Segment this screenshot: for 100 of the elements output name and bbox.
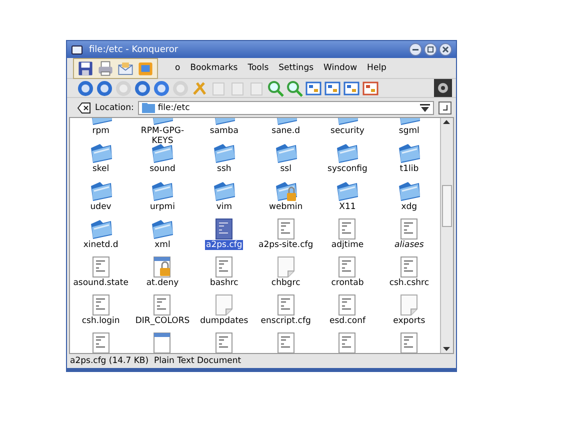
folder-icon[interactable] bbox=[397, 180, 422, 202]
menu-item[interactable]: Tools bbox=[248, 63, 269, 73]
text-file-icon[interactable] bbox=[90, 332, 112, 353]
text-file-icon[interactable] bbox=[213, 256, 236, 278]
list-view-icon[interactable] bbox=[324, 80, 341, 96]
menu-item[interactable]: Settings bbox=[278, 63, 314, 73]
file-name[interactable]: a2ps-site.cfg bbox=[258, 240, 314, 250]
file-name[interactable]: xdg bbox=[400, 202, 418, 212]
text-file-icon[interactable] bbox=[336, 332, 358, 353]
file-name[interactable]: csh.login bbox=[80, 316, 121, 326]
scroll-down-icon[interactable] bbox=[441, 344, 452, 353]
file-name[interactable]: urpmi bbox=[149, 202, 176, 212]
maximize-icon[interactable] bbox=[424, 43, 437, 56]
go-icon[interactable] bbox=[438, 100, 452, 114]
text-file-icon[interactable] bbox=[274, 332, 297, 353]
text-file-icon[interactable] bbox=[90, 256, 112, 278]
preview-icon[interactable] bbox=[343, 80, 360, 96]
file-name[interactable]: bashrc bbox=[208, 278, 240, 288]
file-name[interactable]: DIR_COLORS bbox=[134, 316, 191, 326]
menu-item[interactable]: o bbox=[175, 63, 180, 73]
window-title: file:/etc - Konqueror bbox=[89, 44, 178, 54]
file-name[interactable]: crontab bbox=[330, 278, 365, 288]
text-file-icon[interactable] bbox=[336, 218, 358, 240]
file-name[interactable]: xinetd.d bbox=[82, 240, 120, 250]
folder-icon[interactable] bbox=[88, 218, 113, 240]
window-file-icon[interactable] bbox=[151, 332, 174, 353]
folder-icon[interactable] bbox=[150, 218, 174, 240]
file-name[interactable]: RPM-GPG-KEYS bbox=[132, 126, 192, 146]
file-name[interactable]: at.deny bbox=[145, 278, 180, 288]
folder-icon[interactable] bbox=[150, 142, 174, 164]
zoom-out-icon[interactable] bbox=[286, 80, 303, 96]
file-name[interactable]: a2ps.cfg bbox=[205, 240, 244, 250]
status-text: a2ps.cfg (14.7 KB) Plain Text Document bbox=[70, 356, 242, 366]
file-name[interactable]: exports bbox=[392, 316, 426, 326]
file-name[interactable]: samba bbox=[208, 126, 240, 136]
file-name[interactable]: xml bbox=[154, 240, 172, 250]
window-icon[interactable] bbox=[137, 60, 154, 77]
mail-icon[interactable] bbox=[117, 60, 134, 77]
locked-file-icon[interactable] bbox=[151, 256, 174, 278]
gear-icon bbox=[434, 79, 452, 97]
folder-icon[interactable] bbox=[274, 142, 298, 164]
file-name[interactable]: sgml bbox=[398, 126, 420, 136]
file-name[interactable]: asound.state bbox=[72, 278, 130, 288]
minimize-icon[interactable] bbox=[409, 43, 422, 56]
file-name[interactable]: rpm bbox=[91, 126, 110, 136]
file-name[interactable]: esd.conf bbox=[328, 316, 366, 326]
file-name[interactable]: skel bbox=[92, 164, 110, 174]
folder-icon[interactable] bbox=[335, 180, 360, 202]
close-icon[interactable] bbox=[439, 43, 452, 56]
file-name[interactable]: ssl bbox=[279, 164, 292, 174]
file-name[interactable]: security bbox=[330, 126, 366, 136]
menu-item[interactable]: Window bbox=[324, 63, 358, 73]
scroll-thumb[interactable] bbox=[442, 185, 452, 227]
file-name[interactable]: udev bbox=[89, 202, 112, 212]
folder-icon[interactable] bbox=[212, 142, 236, 164]
location-value: file:/etc bbox=[158, 102, 190, 112]
folder-icon[interactable] bbox=[88, 142, 113, 164]
folder-icon[interactable] bbox=[88, 180, 113, 202]
file-name[interactable]: t1lib bbox=[398, 164, 420, 174]
folder-icon[interactable] bbox=[150, 180, 174, 202]
file-name[interactable]: sound bbox=[148, 164, 176, 174]
file-name[interactable]: sysconfig bbox=[326, 164, 368, 174]
file-name[interactable]: X11 bbox=[338, 202, 357, 212]
save-icon[interactable] bbox=[77, 60, 94, 77]
text-file-icon[interactable] bbox=[274, 294, 297, 316]
file-name[interactable]: dumpdates bbox=[199, 316, 250, 326]
file-name[interactable]: webmin bbox=[268, 202, 304, 212]
file-name[interactable]: ssh bbox=[216, 164, 232, 174]
text-file-icon[interactable] bbox=[213, 332, 236, 353]
tiles-icon[interactable] bbox=[362, 80, 379, 96]
text-file-icon[interactable] bbox=[213, 218, 236, 240]
text-file-icon[interactable] bbox=[398, 218, 420, 240]
folder-icon[interactable] bbox=[212, 180, 236, 202]
text-file-icon[interactable] bbox=[398, 256, 420, 278]
scroll-up-icon[interactable] bbox=[441, 118, 452, 127]
text-file-icon[interactable] bbox=[274, 218, 297, 240]
menu-item[interactable]: Help bbox=[367, 63, 386, 73]
clear-location-icon[interactable] bbox=[77, 102, 91, 114]
text-file-icon[interactable] bbox=[336, 294, 358, 316]
icon-view-icon[interactable] bbox=[305, 80, 322, 96]
file-name[interactable]: enscript.cfg bbox=[260, 316, 312, 326]
locked-folder-icon[interactable] bbox=[274, 180, 298, 202]
text-file-icon[interactable] bbox=[90, 294, 112, 316]
folder-icon[interactable] bbox=[397, 142, 422, 164]
text-file-icon[interactable] bbox=[336, 256, 358, 278]
file-name[interactable]: chbgrc bbox=[270, 278, 302, 288]
text-file-icon[interactable] bbox=[398, 332, 420, 353]
zoom-in-icon[interactable] bbox=[267, 80, 284, 96]
menu-item[interactable]: Bookmarks bbox=[190, 63, 238, 73]
dropdown-icon[interactable] bbox=[420, 102, 430, 112]
scrollbar[interactable] bbox=[440, 118, 453, 353]
file-name[interactable]: aliases bbox=[394, 240, 425, 250]
folder-icon[interactable] bbox=[335, 142, 360, 164]
file-name[interactable]: csh.cshrc bbox=[388, 278, 430, 288]
file-name[interactable]: vim bbox=[215, 202, 233, 212]
file-name[interactable]: adjtime bbox=[330, 240, 365, 250]
folder-icon bbox=[142, 102, 155, 113]
file-name[interactable]: sane.d bbox=[270, 126, 301, 136]
text-file-icon[interactable] bbox=[151, 294, 174, 316]
location-field[interactable]: file:/etc bbox=[138, 100, 434, 114]
